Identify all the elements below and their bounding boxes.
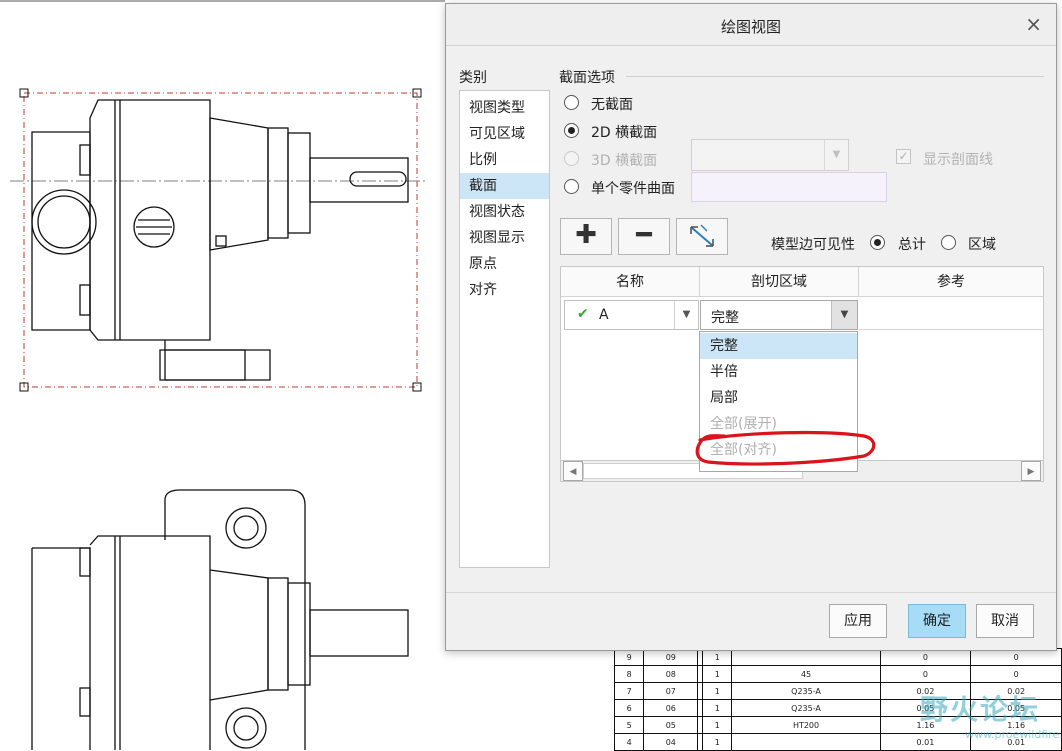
bom-cell: 0 [879, 648, 972, 666]
bom-cell: 1 [702, 648, 733, 666]
edge-total-radio[interactable] [870, 235, 885, 250]
dialog-titlebar[interactable]: 绘图视图 × [446, 4, 1056, 46]
no-section-radio[interactable] [564, 95, 579, 110]
bom-cell: 4 [613, 733, 645, 751]
flip-arrows-icon [690, 224, 714, 247]
bom-cell: 09 [643, 648, 699, 666]
bom-cell: 07 [643, 682, 699, 700]
bom-cell: 6 [613, 699, 645, 717]
close-icon[interactable]: × [1025, 13, 1042, 35]
bom-row: 9 09 1 0 0 [613, 648, 1062, 666]
apply-button[interactable]: 应用 [829, 604, 887, 638]
category-scale[interactable]: 比例 [460, 147, 549, 173]
section-3d-combo: ▼ [691, 139, 849, 171]
zone-dropdown-list: 完整 半倍 局部 全部(展开) 全部(对齐) [699, 331, 858, 472]
scroll-left-icon[interactable]: ◀ [563, 461, 583, 481]
bom-cell: 05 [643, 716, 699, 734]
edge-total-label: 总计 [898, 237, 926, 253]
category-list: 视图类型 可见区域 比例 截面 视图状态 视图显示 原点 对齐 [459, 90, 550, 568]
drawing-view-dialog: 绘图视图 × 类别 视图类型 可见区域 比例 截面 视图状态 视图显示 原点 对… [445, 3, 1057, 651]
category-origin[interactable]: 原点 [460, 251, 549, 277]
bom-cell: 04 [643, 733, 699, 751]
minus-icon: ━ [636, 220, 652, 250]
column-header-zone[interactable]: 剖切区域 [700, 267, 859, 297]
section-zone-value: 完整 [711, 310, 739, 326]
section-reference-cell[interactable] [859, 300, 1043, 330]
single-part-surface-label: 单个零件曲面 [591, 181, 675, 197]
zone-option-full-aligned: 全部(对齐) [710, 442, 777, 458]
check-icon: ✔ [577, 306, 589, 322]
category-sections[interactable]: 截面 [460, 173, 549, 199]
pump-top-view [31, 489, 409, 750]
column-header-name[interactable]: 名称 [561, 267, 700, 297]
bom-cell: 8 [613, 665, 645, 683]
dialog-title: 绘图视图 [720, 18, 781, 36]
remove-section-button[interactable]: ━ [618, 218, 670, 255]
section-2d-label: 2D 横截面 [591, 125, 658, 141]
chevron-down-icon: ▼ [831, 301, 857, 329]
bom-cell: 08 [643, 665, 699, 683]
section-name-value: A [599, 307, 609, 323]
section-2d-radio[interactable] [564, 123, 579, 138]
bom-cell: 1 [702, 716, 733, 734]
category-view-display[interactable]: 视图显示 [460, 225, 549, 251]
ok-button[interactable]: 确定 [908, 604, 966, 638]
show-hatch-label: 显示剖面线 [923, 152, 993, 168]
scroll-right-icon[interactable]: ▶ [1021, 461, 1041, 481]
bom-cell: 0 [879, 665, 972, 683]
bom-cell: Q235-A [731, 682, 881, 700]
bom-cell: HT200 [731, 716, 881, 734]
watermark-url: www.proewildfire.cn [965, 728, 1062, 741]
bom-cell [731, 648, 881, 666]
single-part-surface-radio[interactable] [564, 179, 579, 194]
bom-cell: 1 [702, 665, 733, 683]
add-section-button[interactable]: ✚ [560, 218, 612, 255]
no-section-label: 无截面 [591, 97, 633, 113]
cancel-button[interactable]: 取消 [976, 604, 1034, 638]
section-3d-label: 3D 横截面 [591, 153, 658, 169]
zone-option-half[interactable]: 半倍 [700, 359, 857, 385]
bom-cell: 1 [702, 733, 733, 751]
watermark-logo: 野火论坛 [920, 693, 1041, 726]
bom-cell: 45 [731, 665, 881, 683]
flip-direction-button[interactable] [676, 218, 728, 255]
bom-cell: 1 [702, 699, 733, 717]
section-3d-radio [564, 151, 579, 166]
part-surface-field[interactable] [691, 172, 887, 202]
zone-option-local[interactable]: 局部 [700, 385, 857, 411]
bom-cell: Q235-A [731, 699, 881, 717]
category-view-type[interactable]: 视图类型 [460, 95, 549, 121]
bom-cell: 1 [702, 682, 733, 700]
group-divider [626, 76, 1044, 77]
chevron-down-icon: ▼ [674, 301, 698, 329]
zone-option-full[interactable]: 完整 [700, 333, 857, 359]
bom-cell [731, 733, 881, 751]
category-alignment[interactable]: 对齐 [460, 277, 549, 303]
zone-option-full-unfold: 全部(展开) [710, 416, 777, 432]
section-options-title: 截面选项 [559, 70, 615, 86]
bom-row: 8 08 1 45 0 0 [613, 665, 1062, 683]
category-view-states[interactable]: 视图状态 [460, 199, 549, 225]
show-hatch-checkbox: ✓ [896, 149, 911, 164]
edge-area-label: 区域 [968, 237, 996, 253]
bom-cell: 06 [643, 699, 699, 717]
plus-icon: ✚ [575, 220, 597, 250]
bom-cell: 7 [613, 682, 645, 700]
footer-divider [446, 592, 1056, 593]
bom-cell: 0 [970, 648, 1062, 666]
pump-front-view [10, 88, 425, 392]
bom-cell: 0.01 [879, 733, 972, 751]
bom-cell: 9 [613, 648, 645, 666]
bom-cell: 0 [970, 665, 1062, 683]
section-name-combo[interactable]: ✔ A ▼ [564, 300, 699, 330]
bom-cell: 5 [613, 716, 645, 734]
edge-area-radio[interactable] [941, 235, 956, 250]
section-zone-combo[interactable]: 完整 ▼ [700, 300, 858, 330]
column-header-reference[interactable]: 参考 [859, 267, 1043, 297]
edge-visibility-label: 模型边可见性 [771, 237, 855, 253]
category-visible-area[interactable]: 可见区域 [460, 121, 549, 147]
chevron-down-icon: ▼ [824, 140, 848, 170]
categories-label: 类别 [459, 70, 487, 86]
